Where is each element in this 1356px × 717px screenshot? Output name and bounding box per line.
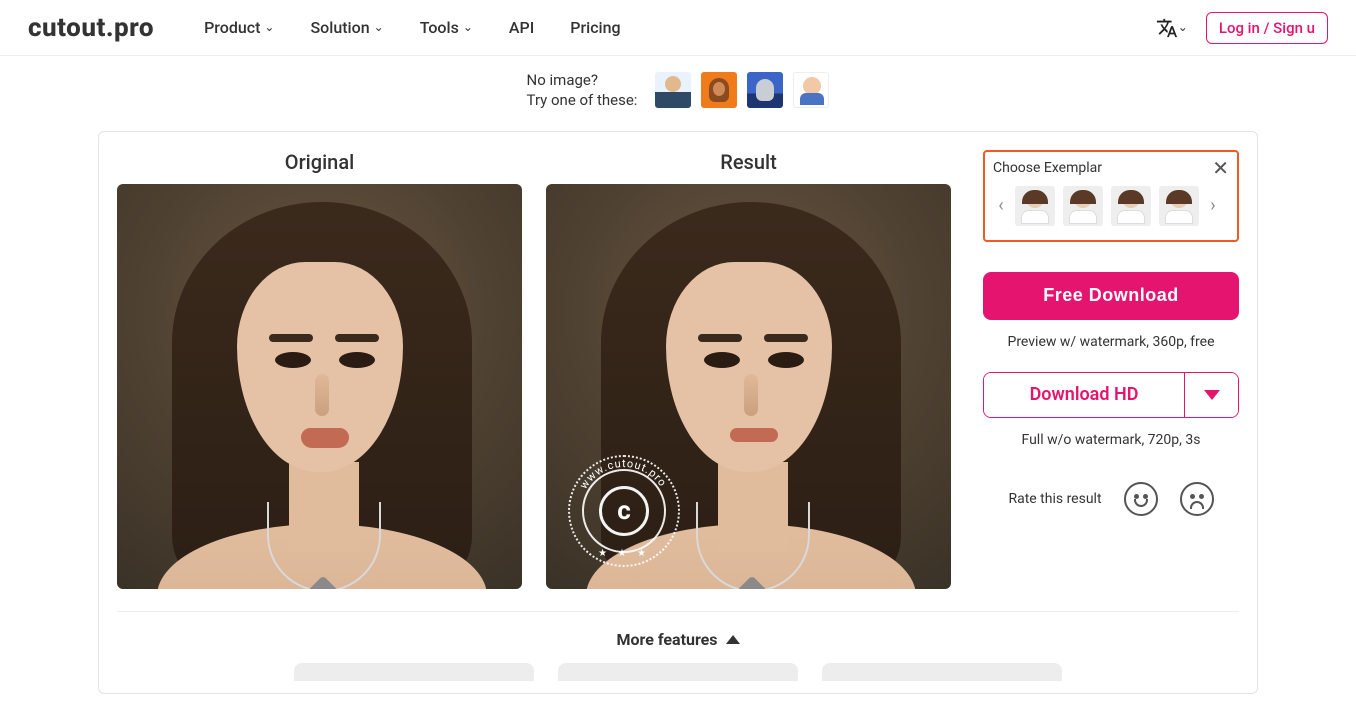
free-download-button[interactable]: Free Download — [983, 272, 1239, 320]
sample-thumb-statue[interactable] — [747, 72, 783, 108]
header: cutout.pro Product ⌄ Solution ⌄ Tools ⌄ … — [0, 0, 1356, 56]
nav-api[interactable]: API — [509, 18, 534, 37]
more-features-toggle[interactable]: More features — [117, 612, 1239, 663]
right-panel: ✕ Choose Exemplar ‹ › Free Download Prev… — [975, 150, 1239, 589]
download-hd-group: Download HD — [983, 372, 1239, 418]
exemplar-prev-button[interactable]: ‹ — [993, 195, 1009, 216]
original-image — [117, 184, 522, 589]
try-samples-thumbs — [655, 72, 829, 108]
chevron-down-icon: ⌄ — [1178, 20, 1188, 34]
rate-happy-button[interactable] — [1124, 482, 1158, 516]
feature-card[interactable] — [822, 663, 1062, 681]
logo[interactable]: cutout.pro — [28, 13, 154, 43]
rate-row: Rate this result — [983, 482, 1239, 516]
feature-card[interactable] — [558, 663, 798, 681]
sample-thumb-baby[interactable] — [793, 72, 829, 108]
free-download-note: Preview w/ watermark, 360p, free — [983, 334, 1239, 350]
exemplar-next-button[interactable]: › — [1205, 195, 1221, 216]
download-hd-note: Full w/o watermark, 720p, 3s — [983, 432, 1239, 448]
exemplar-panel: ✕ Choose Exemplar ‹ › — [983, 150, 1239, 242]
more-features-label: More features — [616, 630, 717, 649]
exemplar-thumbs — [1015, 186, 1199, 226]
nav-tools[interactable]: Tools ⌄ — [420, 18, 473, 37]
translate-icon — [1156, 17, 1178, 39]
exemplar-thumb[interactable] — [1159, 186, 1199, 226]
exemplar-thumb[interactable] — [1111, 186, 1151, 226]
download-hd-button[interactable]: Download HD — [984, 373, 1184, 417]
caret-down-icon — [1204, 390, 1220, 400]
result-side: Result www.cutout.pro c ★ — [546, 150, 951, 589]
feature-cards — [117, 663, 1239, 693]
nav-product[interactable]: Product ⌄ — [204, 18, 274, 37]
sample-thumb-man[interactable] — [655, 72, 691, 108]
caret-up-icon — [726, 635, 740, 644]
chevron-down-icon: ⌄ — [374, 20, 384, 34]
nav-pricing[interactable]: Pricing — [570, 18, 620, 37]
exemplar-title: Choose Exemplar — [993, 160, 1229, 176]
sample-thumb-woman[interactable] — [701, 72, 737, 108]
nav-solution-label: Solution — [310, 18, 369, 37]
result-title: Result — [546, 150, 951, 174]
result-image: www.cutout.pro c ★ ★ ★ — [546, 184, 951, 589]
nav-solution[interactable]: Solution ⌄ — [310, 18, 383, 37]
chevron-down-icon: ⌄ — [264, 20, 274, 34]
try-line2: Try one of these: — [527, 90, 638, 110]
rate-label: Rate this result — [1008, 491, 1101, 507]
chevron-down-icon: ⌄ — [463, 20, 473, 34]
try-line1: No image? — [527, 70, 638, 90]
language-button[interactable]: ⌄ — [1156, 17, 1188, 39]
exemplar-thumb[interactable] — [1063, 186, 1103, 226]
nav-api-label: API — [509, 18, 534, 37]
try-samples-text: No image? Try one of these: — [527, 70, 638, 111]
header-right: ⌄ Log in / Sign u — [1156, 12, 1328, 44]
result-card: Original Result — [98, 131, 1258, 694]
exemplar-carousel: ‹ › — [993, 186, 1229, 226]
exemplar-thumb[interactable] — [1015, 186, 1055, 226]
nav-tools-label: Tools — [420, 18, 459, 37]
svg-text:www.cutout.pro: www.cutout.pro — [577, 456, 669, 490]
nav-product-label: Product — [204, 18, 260, 37]
compare-row: Original Result — [117, 150, 1239, 589]
login-signup-button[interactable]: Log in / Sign u — [1206, 12, 1328, 44]
main-nav: Product ⌄ Solution ⌄ Tools ⌄ API Pricing — [204, 18, 621, 37]
rate-sad-button[interactable] — [1180, 482, 1214, 516]
feature-card[interactable] — [294, 663, 534, 681]
download-hd-dropdown[interactable] — [1184, 373, 1238, 417]
original-side: Original — [117, 150, 522, 589]
original-title: Original — [117, 150, 522, 174]
try-samples-row: No image? Try one of these: — [0, 56, 1356, 121]
close-icon[interactable]: ✕ — [1212, 158, 1229, 178]
nav-pricing-label: Pricing — [570, 18, 620, 37]
watermark-stars-icon: ★ ★ ★ — [570, 548, 678, 559]
watermark-badge: www.cutout.pro c ★ ★ ★ — [568, 455, 680, 567]
